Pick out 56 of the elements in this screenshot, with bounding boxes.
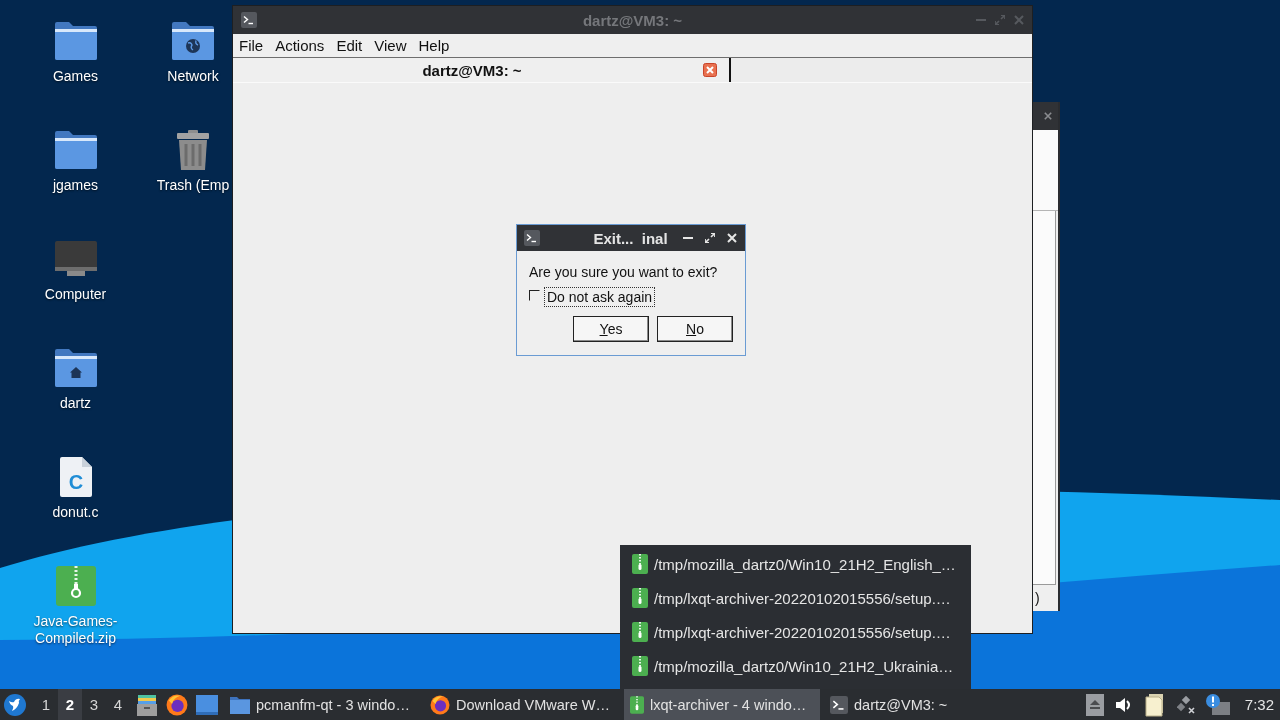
desktop-icon-label[interactable]: jgames [52, 177, 99, 194]
browser-icon[interactable] [166, 693, 188, 716]
zip-archive-icon[interactable] [55, 566, 96, 606]
menu-item[interactable]: /tmp/lxqt-archiver-20220102015556/setup.… [620, 581, 971, 615]
menu-item[interactable]: Actions [269, 35, 331, 56]
notes-icon[interactable] [1143, 692, 1166, 717]
taskbar-window-button[interactable]: lxqt-archiver - 4 windo… [624, 689, 820, 720]
menu-item[interactable]: File [233, 35, 270, 56]
desktop-switch-button[interactable]: 2 [58, 689, 82, 720]
checkbox-label[interactable]: Do not ask again [544, 287, 656, 307]
dialog-button[interactable]: No [657, 316, 733, 342]
desktop-icon-label[interactable]: dartz [59, 395, 92, 412]
desktop-icon-label[interactable]: Network [167, 68, 219, 85]
menu-item[interactable]: View [368, 35, 413, 56]
close-icon[interactable] [703, 63, 717, 77]
menu-item[interactable]: Edit [330, 35, 369, 56]
menu-item[interactable]: Help [412, 35, 456, 56]
zip-archive-icon [632, 656, 648, 676]
notification-icon[interactable] [1205, 693, 1230, 716]
menu-item[interactable]: /tmp/lxqt-archiver-20220102015556/setup.… [620, 615, 971, 649]
terminal-icon [830, 695, 848, 714]
zip-archive-icon [632, 622, 648, 642]
folder-icon [230, 695, 250, 714]
menu-item[interactable]: /tmp/mozilla_dartz0/Win10_21H2_English_… [620, 547, 971, 581]
desktop-icon-label[interactable]: donut.c [52, 504, 99, 521]
browser-icon [430, 694, 450, 715]
clock[interactable]: 7:32 [1244, 696, 1274, 713]
window-title: Exit... inal [593, 229, 668, 247]
menu-item[interactable]: /tmp/mozilla_dartz0/Win10_21H2_Ukrainia… [620, 649, 971, 683]
taskbar-window-button[interactable]: pcmanfm-qt - 3 windo… [224, 689, 420, 720]
zip-archive-icon [632, 554, 648, 574]
desktop-icon-label[interactable]: Computer [44, 286, 107, 303]
taskbar-window-button[interactable]: Download VMware W… [424, 689, 620, 720]
taskbar-window-button[interactable]: dartz@VM3: ~ [824, 689, 1020, 720]
start-menu-icon[interactable] [4, 693, 26, 716]
trash-can-icon[interactable] [175, 130, 211, 170]
globe-folder-icon[interactable] [171, 21, 215, 61]
desktop-switch-button[interactable]: 4 [106, 689, 130, 720]
dialog-message: Are you sure you want to exit? [529, 263, 719, 281]
zip-archive-icon [632, 588, 648, 608]
window-title: dartz@VM3: ~ [582, 11, 683, 29]
network-icon[interactable] [1176, 695, 1195, 714]
desktop-icon-label[interactable]: Trash (Emp [156, 177, 230, 194]
desktop-switch-button[interactable]: 1 [34, 689, 58, 720]
desktop-switch-button[interactable]: 3 [82, 689, 106, 720]
terminal-icon [524, 230, 540, 246]
desktop-icon-label[interactable]: Games [52, 68, 99, 85]
dialog-button[interactable]: Yes [573, 316, 649, 342]
zip-archive-icon [630, 694, 644, 715]
volume-icon[interactable] [1114, 695, 1133, 714]
monitor-icon[interactable] [54, 239, 97, 279]
show-desktop-icon[interactable] [196, 694, 218, 715]
cut-off-text: ) [1034, 590, 1040, 606]
eject-icon[interactable] [1085, 693, 1104, 716]
file-cabinet-icon[interactable] [136, 693, 158, 716]
terminal-icon [241, 12, 257, 28]
